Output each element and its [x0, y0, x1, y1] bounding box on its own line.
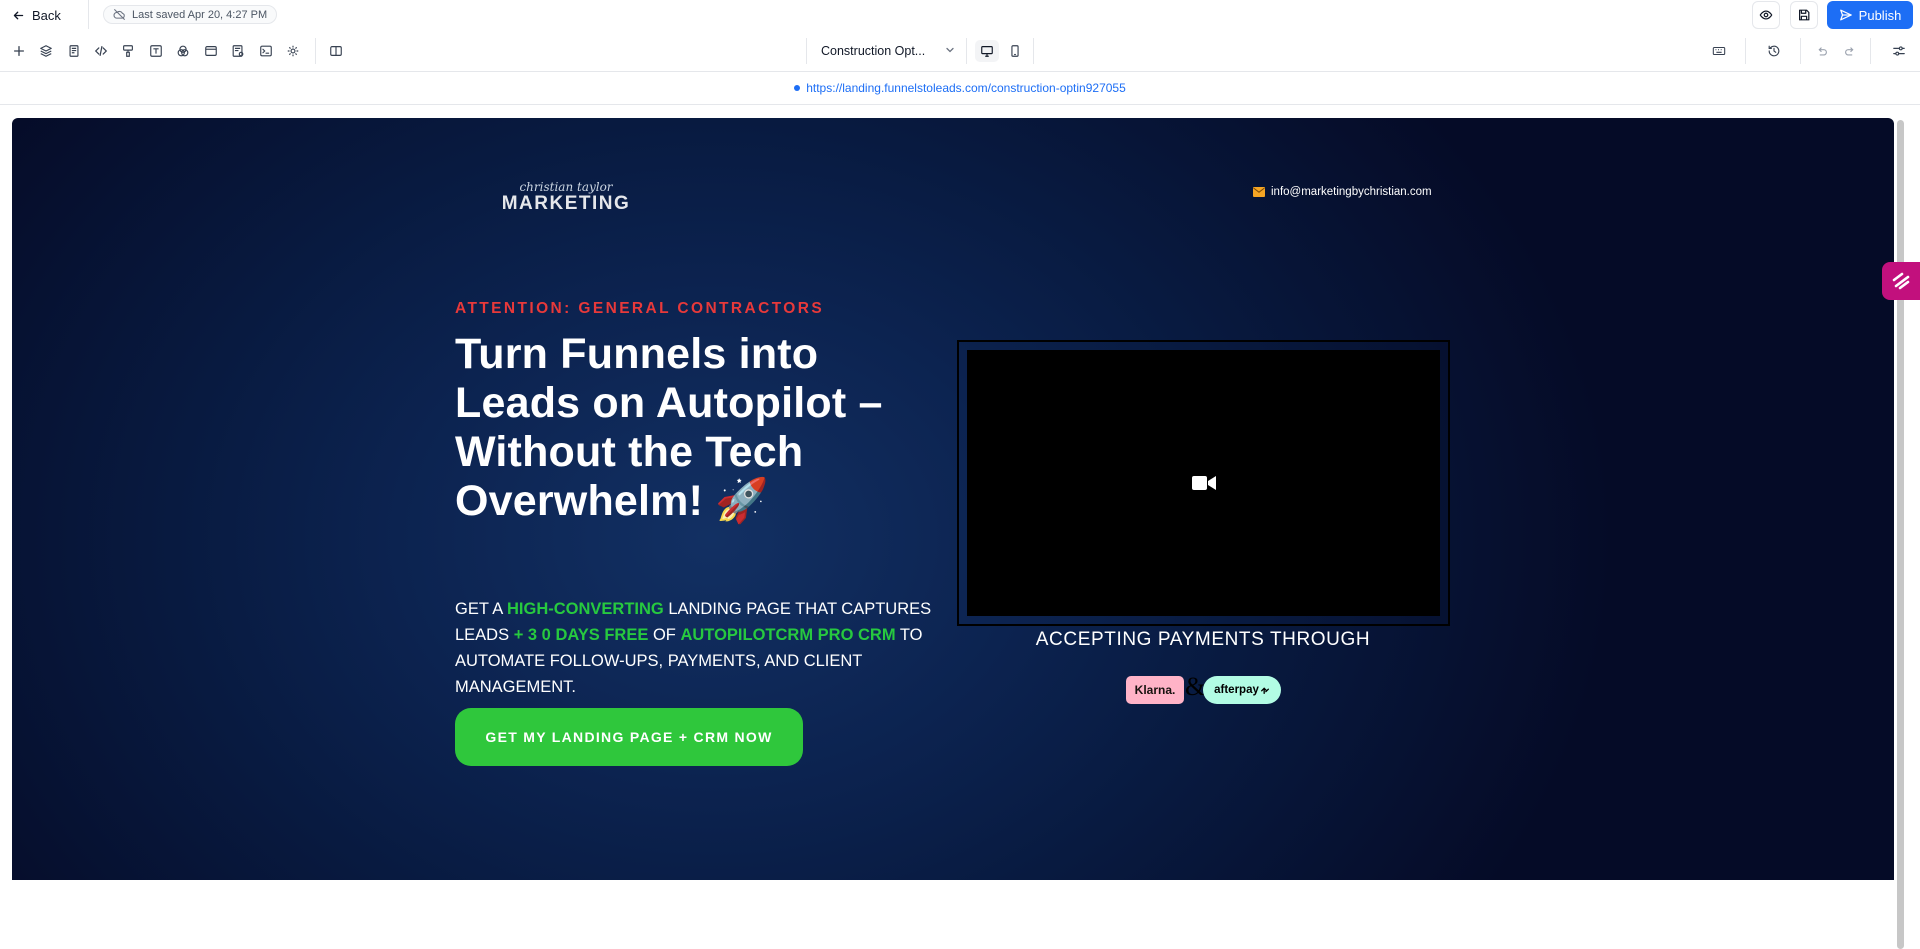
split-view-button[interactable] [326, 41, 346, 61]
hero-headline: Turn Funnels into Leads on Autopilot – W… [455, 330, 883, 525]
mobile-icon [1011, 45, 1019, 57]
afterpay-text: afterpay [1214, 684, 1259, 696]
publish-button[interactable]: Publish [1827, 1, 1913, 29]
desktop-icon [981, 46, 993, 57]
top-bar: Back Last saved Apr 20, 4:27 PM Publish [0, 0, 1920, 29]
subtext-part: OF [648, 626, 681, 644]
layers-icon [40, 45, 52, 57]
integrations-button[interactable] [283, 41, 303, 61]
code-icon [94, 46, 108, 56]
terminal-icon [260, 45, 272, 57]
settings-panel-button[interactable] [1889, 41, 1909, 61]
page-url-link[interactable]: https://landing.funnelstoleads.com/const… [806, 81, 1126, 95]
divider [1870, 38, 1871, 64]
preview-button[interactable] [1752, 1, 1780, 29]
text-icon [150, 45, 162, 57]
arrow-left-icon [13, 11, 24, 19]
klarna-logo: Klarna. [1126, 676, 1184, 704]
sliders-icon [1893, 46, 1905, 56]
forms-button[interactable] [228, 41, 248, 61]
redo-button[interactable] [1840, 41, 1860, 61]
elements-button[interactable] [173, 41, 193, 61]
last-saved-badge: Last saved Apr 20, 4:27 PM [103, 5, 278, 24]
back-label: Back [32, 7, 61, 23]
keyboard-icon [1712, 46, 1726, 56]
undo-button[interactable] [1812, 41, 1832, 61]
divider [1033, 38, 1034, 64]
history-icon [1768, 45, 1780, 57]
styles-button[interactable] [118, 41, 138, 61]
browser-icon [205, 46, 217, 56]
page-canvas: christian taylor MARKETING info@marketin… [12, 118, 1894, 880]
floating-support-tab[interactable] [1882, 262, 1920, 300]
hero-subtext: GET A HIGH-CONVERTING LANDING PAGE THAT … [455, 596, 945, 700]
back-button[interactable]: Back [12, 5, 61, 25]
divider [88, 0, 89, 29]
save-icon [1799, 9, 1810, 21]
divider [966, 38, 967, 64]
envelope-icon [1253, 187, 1265, 197]
subtext-highlight: AUTOPILOTCRM PRO CRM [680, 626, 896, 644]
page-selector-value: Construction Opt... [821, 44, 926, 58]
add-element-button[interactable] [9, 41, 29, 61]
settings-icon [287, 45, 299, 57]
history-button[interactable] [1764, 41, 1784, 61]
email-text: info@marketingbychristian.com [1271, 186, 1432, 198]
eye-icon [1759, 10, 1773, 20]
paint-icon [123, 45, 133, 57]
pages-button[interactable] [64, 41, 84, 61]
svg-text:MARKETING: MARKETING [502, 193, 631, 214]
subtext-highlight: HIGH-CONVERTING [506, 600, 664, 618]
afterpay-arrows-icon [1260, 687, 1269, 694]
video-embed [957, 340, 1450, 626]
cloud-off-icon [113, 9, 125, 20]
scrollbar-thumb[interactable] [1897, 120, 1904, 949]
shapes-icon [177, 45, 189, 57]
page-icon [69, 45, 79, 57]
typography-button[interactable] [146, 41, 166, 61]
form-icon [232, 45, 244, 57]
url-bar: https://landing.funnelstoleads.com/const… [0, 72, 1920, 105]
divider [1745, 38, 1746, 64]
undo-icon [1818, 47, 1827, 56]
last-saved-text: Last saved Apr 20, 4:27 PM [132, 8, 268, 21]
editor-toolbar: Construction Opt... [0, 29, 1920, 72]
video-player[interactable] [967, 350, 1440, 616]
keyboard-shortcuts-button[interactable] [1709, 41, 1729, 61]
desktop-view-button[interactable] [975, 40, 999, 62]
widget-logo-icon [1892, 272, 1910, 290]
eyebrow-text: ATTENTION: GENERAL CONTRACTORS [455, 300, 825, 317]
tracking-code-button[interactable] [256, 41, 276, 61]
status-dot [794, 85, 801, 91]
payments-label: ACCEPTING PAYMENTS THROUGH [1035, 629, 1371, 650]
divider [1800, 38, 1801, 64]
page-selector[interactable]: Construction Opt... [806, 38, 966, 64]
add-icon [13, 45, 25, 57]
video-camera-icon [1191, 476, 1216, 490]
save-button[interactable] [1790, 1, 1818, 29]
popup-button[interactable] [201, 41, 221, 61]
split-view-icon [330, 46, 342, 56]
contact-email[interactable]: info@marketingbychristian.com [1253, 186, 1432, 198]
cta-button[interactable]: GET MY LANDING PAGE + CRM NOW [455, 708, 803, 766]
subtext-highlight: + 3 0 DAYS FREE [513, 626, 649, 644]
svg-text:christian taylor: christian taylor [519, 180, 613, 194]
mobile-view-button[interactable] [1003, 40, 1027, 62]
brand-logo: christian taylor MARKETING [502, 180, 631, 214]
layers-button[interactable] [36, 41, 56, 61]
afterpay-logo: afterpay [1203, 676, 1281, 704]
divider [315, 38, 316, 64]
chevron-down-icon [946, 47, 954, 53]
redo-icon [1845, 47, 1854, 56]
publish-label: Publish [1858, 7, 1902, 23]
subtext-part: GET A [455, 600, 507, 618]
send-icon [1839, 9, 1852, 21]
custom-code-button[interactable] [91, 41, 111, 61]
